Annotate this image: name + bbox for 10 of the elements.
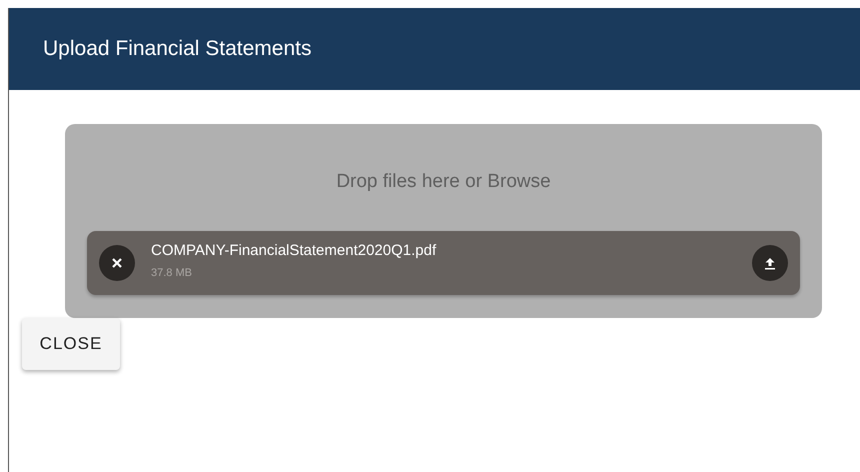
close-button[interactable]: CLOSE xyxy=(22,318,120,370)
dropzone[interactable]: Drop files here or Browse COMPANY-FinancialStatement2020Q1.pdf 37.8 MB xyxy=(65,124,822,318)
dialog-title: Upload Financial Statements xyxy=(43,36,312,62)
close-icon xyxy=(111,257,123,269)
dropzone-prompt: Drop files here or Browse xyxy=(336,171,551,192)
upload-button[interactable] xyxy=(752,245,788,281)
upload-icon xyxy=(763,256,777,270)
file-size: 37.8 MB xyxy=(151,267,192,279)
file-name: COMPANY-FinancialStatement2020Q1.pdf xyxy=(151,242,438,260)
remove-button[interactable] xyxy=(99,245,135,281)
